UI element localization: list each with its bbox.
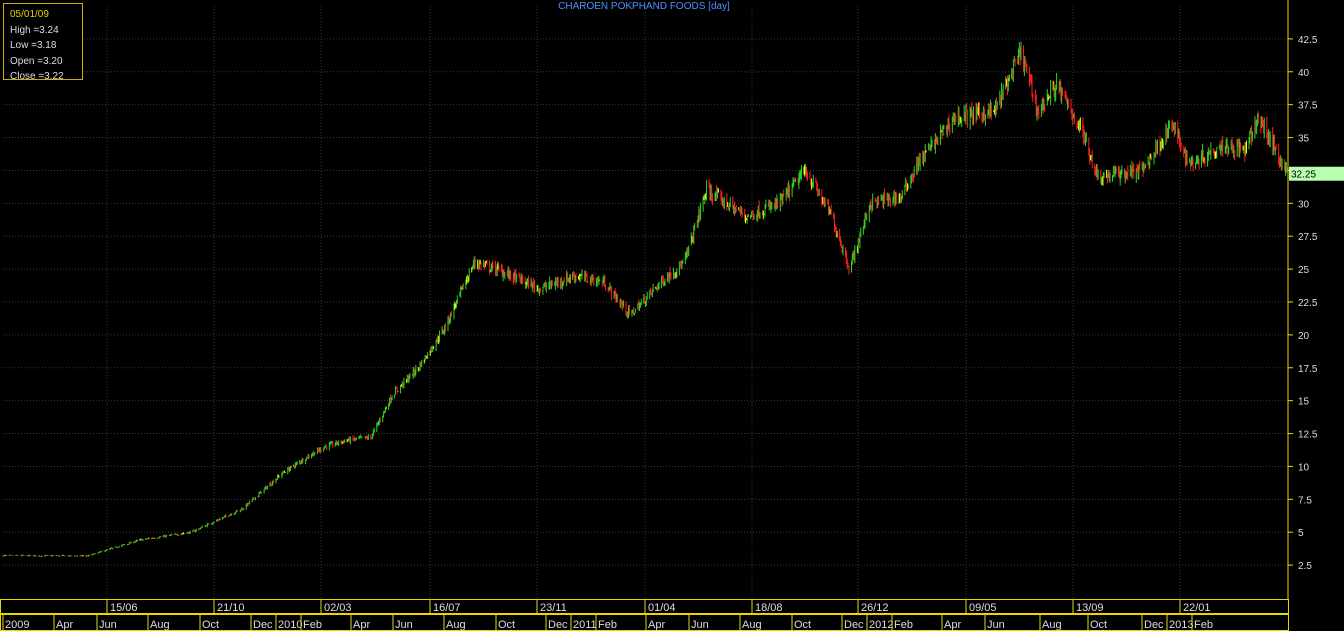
upper-date-label: 22/01 <box>1183 602 1211 614</box>
upper-date-label: 13/09 <box>1076 602 1104 614</box>
upper-date-label: 01/04 <box>648 602 676 614</box>
month-label: Feb <box>303 619 322 631</box>
month-label: Oct <box>1090 619 1107 631</box>
last-price-label: 32.25 <box>1291 170 1316 181</box>
month-label: Aug <box>742 619 762 631</box>
y-tick-label: 2.5 <box>1298 561 1312 572</box>
info-open: Open =3.20 <box>10 55 63 67</box>
y-tick-label: 12.5 <box>1298 430 1318 441</box>
month-label: Oct <box>794 619 811 631</box>
info-high: High =3.24 <box>10 24 59 36</box>
y-tick-label: 40 <box>1298 68 1310 79</box>
y-tick-label: 35 <box>1298 134 1310 145</box>
month-label: Aug <box>1042 619 1062 631</box>
y-tick-label: 7.5 <box>1298 495 1312 506</box>
y-tick-label: 27.5 <box>1298 232 1318 243</box>
month-label: 2009 <box>5 619 29 631</box>
month-label: Oct <box>202 619 219 631</box>
y-tick-label: 42.5 <box>1298 35 1318 46</box>
info-close: Close =3.22 <box>10 71 64 82</box>
y-tick-label: 10 <box>1298 462 1310 473</box>
y-tick-label: 22.5 <box>1298 298 1318 309</box>
month-label: Feb <box>598 619 617 631</box>
x-axis: 15/06 21/10 02/03 16/07 23/11 01/04 18/08 26/12… <box>0 599 1289 631</box>
upper-date-label: 21/10 <box>217 602 245 614</box>
month-label: Jun <box>99 619 117 631</box>
month-label: Apr <box>56 619 73 631</box>
upper-date-label: 18/08 <box>755 602 783 614</box>
month-label: 2013 <box>1169 619 1193 631</box>
month-label: Feb <box>894 619 913 631</box>
y-tick-label: 25 <box>1298 265 1310 276</box>
upper-date-label: 15/06 <box>110 602 138 614</box>
upper-date-label: 16/07 <box>433 602 461 614</box>
month-label: Apr <box>353 619 370 631</box>
y-axis: 2.557.51012.51517.52022.52527.53032.5353… <box>1287 0 1344 600</box>
y-tick-label: 30 <box>1298 199 1310 210</box>
candlestick-chart: 2.557.51012.51517.52022.52527.53032.5353… <box>0 0 1344 631</box>
info-date: 05/01/09 <box>10 9 49 20</box>
month-label: Apr <box>648 619 665 631</box>
month-label: Dec <box>844 619 864 631</box>
month-label: 2012 <box>869 619 893 631</box>
month-label: 2010 <box>278 619 302 631</box>
upper-date-label: 26/12 <box>861 602 889 614</box>
candles-layer <box>2 41 1289 558</box>
month-label: 2011 <box>573 619 597 631</box>
month-label: Apr <box>944 619 961 631</box>
month-label: Jun <box>395 619 413 631</box>
upper-date-label: 09/05 <box>969 602 997 614</box>
upper-date-label: 02/03 <box>324 602 352 614</box>
month-label: Dec <box>548 619 568 631</box>
month-label: Oct <box>498 619 515 631</box>
info-low: Low =3.18 <box>10 40 57 51</box>
y-tick-label: 15 <box>1298 397 1310 408</box>
y-tick-label: 5 <box>1298 528 1304 539</box>
month-label: Jun <box>987 619 1005 631</box>
upper-date-label: 23/11 <box>540 602 567 614</box>
y-tick-label: 17.5 <box>1298 364 1318 375</box>
chart-title: CHAROEN POKPHAND FOODS [day] <box>558 1 730 12</box>
month-label: Feb <box>1194 619 1213 631</box>
month-label: Aug <box>446 619 466 631</box>
month-label: Dec <box>1144 619 1164 631</box>
y-tick-label: 37.5 <box>1298 101 1318 112</box>
month-label: Jun <box>691 619 709 631</box>
y-tick-label: 20 <box>1298 331 1310 342</box>
ohlc-info-box: 05/01/09 High =3.24 Low =3.18 Open =3.20… <box>3 3 83 82</box>
month-label: Dec <box>253 619 273 631</box>
month-label: Aug <box>150 619 170 631</box>
